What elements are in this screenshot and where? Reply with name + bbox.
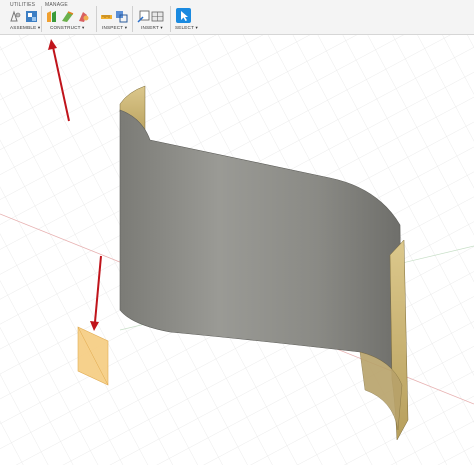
measure-icon[interactable] (100, 10, 113, 23)
select-icon[interactable] (176, 8, 191, 23)
offset-plane-icon[interactable] (45, 10, 58, 23)
toolbar-divider (41, 6, 42, 32)
assemble-menu[interactable]: ASSEMBLE ▾ (10, 25, 40, 31)
joint-icon[interactable] (9, 10, 22, 23)
viewport-canvas[interactable] (0, 35, 474, 465)
toolbar: UTILITIES MANAGE ASSEMBLE ▾ CONSTRUCT ▾ … (0, 0, 474, 35)
insert-mesh-icon[interactable] (151, 10, 164, 23)
toolbar-divider (96, 6, 97, 32)
insert-derive-icon[interactable] (137, 10, 150, 23)
toolbar-divider (170, 6, 171, 32)
tangent-plane-icon[interactable] (77, 10, 90, 23)
insert-menu[interactable]: INSERT ▾ (141, 25, 163, 31)
as-built-joint-icon[interactable] (25, 10, 38, 23)
plane-at-angle-icon[interactable] (61, 10, 74, 23)
tab-utilities[interactable]: UTILITIES (10, 2, 35, 8)
interference-icon[interactable] (115, 10, 128, 23)
construct-menu[interactable]: CONSTRUCT ▾ (50, 25, 85, 31)
toolbar-divider (132, 6, 133, 32)
select-menu[interactable]: SELECT ▾ (175, 25, 198, 31)
inspect-menu[interactable]: INSPECT ▾ (102, 25, 127, 31)
tab-manage[interactable]: MANAGE (45, 2, 68, 8)
